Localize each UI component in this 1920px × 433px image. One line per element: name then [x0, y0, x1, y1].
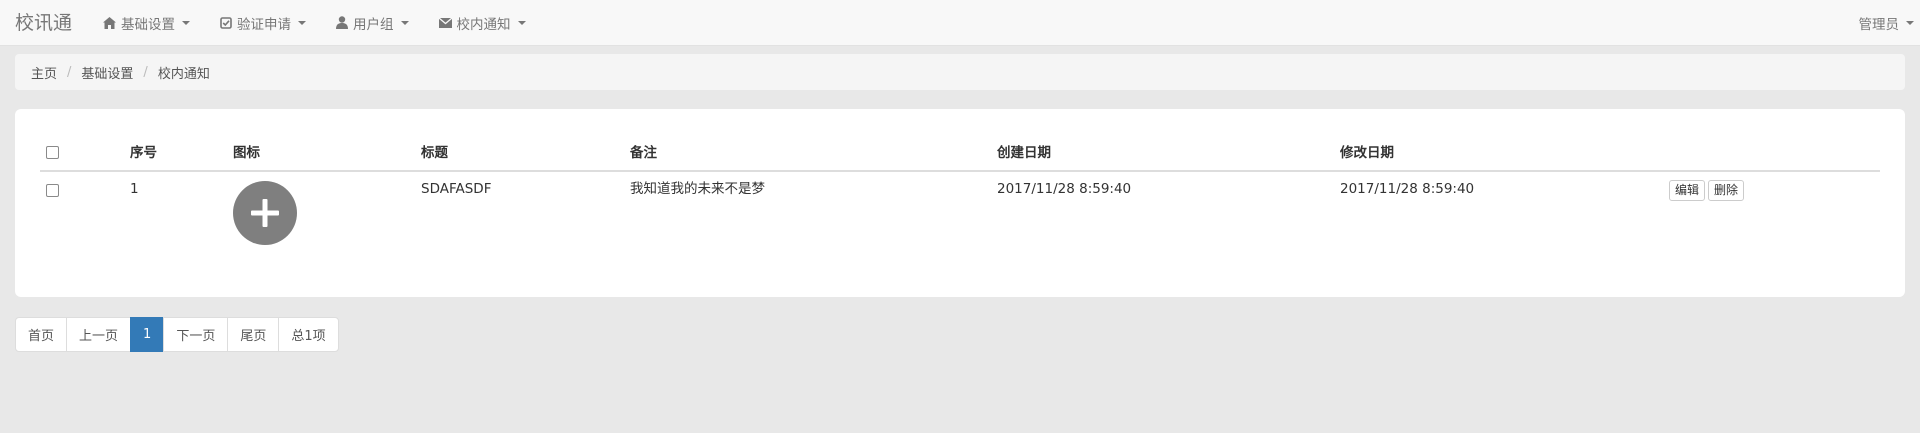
page-prev-button[interactable]: 上一页: [66, 317, 132, 352]
nav-user-group[interactable]: 用户组: [321, 0, 424, 46]
nav-campus-notice[interactable]: 校内通知: [424, 0, 541, 46]
row-index: 1: [130, 181, 139, 197]
chevron-down-icon: [400, 20, 409, 25]
header-title: 标题: [421, 145, 448, 161]
breadcrumb-separator: /: [67, 64, 72, 80]
page-last-button[interactable]: 尾页: [227, 317, 280, 352]
page-next-button[interactable]: 下一页: [163, 317, 229, 352]
chevron-down-icon: [517, 20, 526, 25]
content-card: 序号 图标 标题 备注 创建日期 修改日期 1 SDAFASDF 我知道我的未来…: [15, 109, 1905, 297]
breadcrumb-home[interactable]: 主页: [31, 63, 57, 82]
check-square-icon: [220, 16, 232, 29]
chevron-down-icon: [182, 20, 191, 25]
brand-title[interactable]: 校讯通: [15, 0, 72, 46]
envelope-icon: [438, 17, 452, 28]
table-row: 1 SDAFASDF 我知道我的未来不是梦 2017/11/28 8:59:40…: [40, 172, 1880, 252]
page-first-button[interactable]: 首页: [15, 317, 68, 352]
row-title: SDAFASDF: [421, 181, 492, 197]
home-icon: [103, 16, 117, 29]
nav-basic-settings[interactable]: 基础设置: [88, 0, 205, 46]
select-all-checkbox[interactable]: [46, 146, 59, 159]
edit-button[interactable]: 编辑: [1669, 180, 1706, 202]
row-created-date: 2017/11/28 8:59:40: [997, 181, 1132, 197]
user-menu-label: 管理员: [1858, 16, 1900, 33]
breadcrumb-separator: /: [143, 64, 148, 80]
plus-circle-icon: [233, 181, 297, 245]
header-created: 创建日期: [997, 145, 1051, 161]
top-navbar: 校讯通 基础设置 验证申请 用户组 校内通知 管理员: [0, 0, 1920, 46]
user-icon: [336, 16, 349, 29]
pagination: 首页 上一页 1 下一页 尾页 总1项: [15, 317, 339, 352]
table-header-row: 序号 图标 标题 备注 创建日期 修改日期: [40, 135, 1880, 172]
page-current-button[interactable]: 1: [130, 317, 165, 352]
breadcrumb: 主页 / 基础设置 / 校内通知: [15, 54, 1905, 90]
nav-verify-apply[interactable]: 验证申请: [205, 0, 321, 46]
chevron-down-icon: [1906, 20, 1914, 25]
header-modified: 修改日期: [1340, 145, 1394, 161]
chevron-down-icon: [298, 20, 307, 25]
breadcrumb-basic-settings[interactable]: 基础设置: [81, 63, 133, 82]
delete-button[interactable]: 删除: [1708, 180, 1745, 202]
row-checkbox[interactable]: [46, 184, 59, 197]
nav-user-group-label: 用户组: [353, 16, 394, 33]
user-menu[interactable]: 管理员: [1844, 0, 1914, 46]
row-modified-date: 2017/11/28 8:59:40: [1340, 181, 1475, 197]
page-total-count: 总1项: [278, 317, 339, 352]
nav-basic-settings-label: 基础设置: [121, 16, 176, 33]
nav-verify-apply-label: 验证申请: [237, 16, 292, 33]
header-index: 序号: [130, 145, 157, 161]
breadcrumb-current: 校内通知: [157, 66, 210, 82]
nav-campus-notice-label: 校内通知: [456, 16, 511, 33]
notice-table: 序号 图标 标题 备注 创建日期 修改日期 1 SDAFASDF 我知道我的未来…: [40, 135, 1880, 252]
header-icon: 图标: [233, 145, 260, 161]
header-remark: 备注: [630, 145, 657, 161]
row-remark: 我知道我的未来不是梦: [630, 181, 765, 197]
